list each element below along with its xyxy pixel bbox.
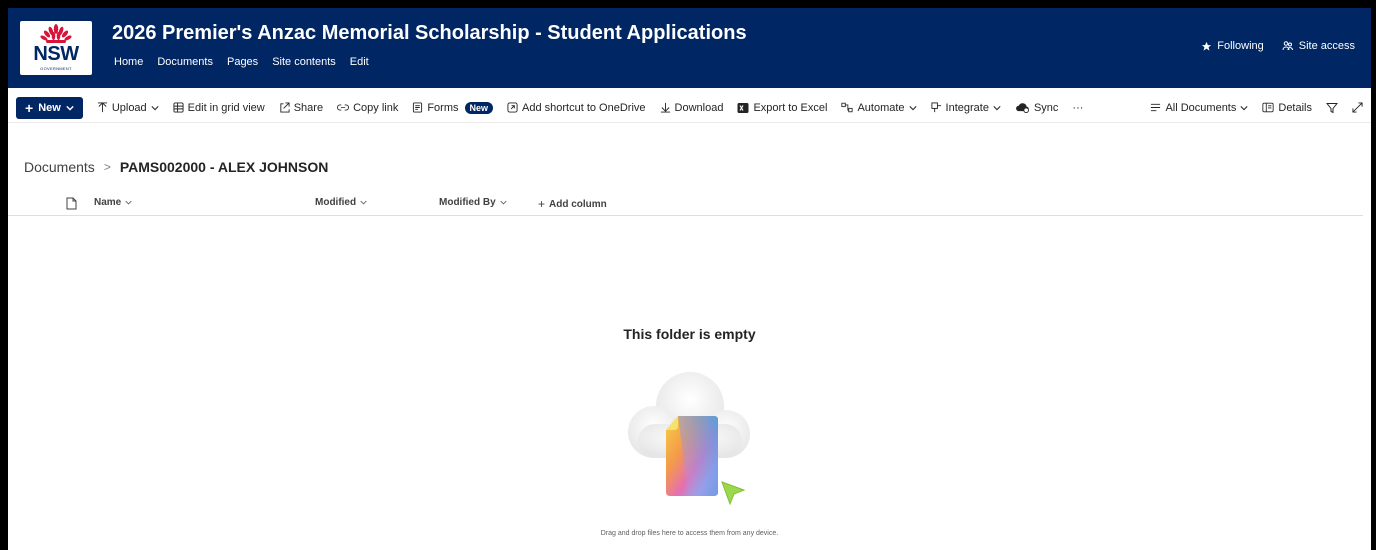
site-header: NSW GOVERNMENT 2026 Premier's Anzac Memo…: [8, 8, 1371, 88]
site-navigation: Home Documents Pages Site contents Edit: [114, 56, 383, 68]
share-icon: [280, 102, 290, 113]
copy-link-label: Copy link: [353, 101, 399, 114]
column-header-row: Name Modified Modified By + Add column: [8, 192, 1363, 216]
link-icon: [337, 104, 350, 111]
more-label: ···: [1072, 101, 1084, 114]
modified-column-label: Modified: [315, 197, 357, 208]
integrate-button[interactable]: Integrate: [930, 101, 1001, 114]
nav-site-contents[interactable]: Site contents: [272, 56, 336, 68]
edit-grid-label: Edit in grid view: [187, 101, 265, 114]
name-column-header[interactable]: Name: [94, 197, 132, 208]
chevron-down-icon: [500, 200, 507, 205]
breadcrumb-current-folder[interactable]: PAMS002000 - ALEX JOHNSON: [120, 159, 329, 175]
sync-button[interactable]: Sync: [1015, 102, 1058, 114]
name-column-label: Name: [94, 197, 122, 208]
nav-home[interactable]: Home: [114, 56, 143, 68]
forms-new-badge: New: [464, 101, 494, 114]
empty-folder-cloud-illustration: [628, 372, 750, 506]
modified-column-header[interactable]: Modified: [315, 197, 367, 208]
details-label: Details: [1278, 101, 1312, 114]
sharepoint-window: NSW GOVERNMENT 2026 Premier's Anzac Memo…: [8, 8, 1371, 550]
file-icon: [66, 197, 77, 210]
expand-diagonal-icon: [1352, 102, 1363, 113]
add-shortcut-button[interactable]: Add shortcut to OneDrive: [507, 102, 646, 114]
nsw-government-logo[interactable]: NSW GOVERNMENT: [20, 21, 92, 75]
site-title[interactable]: 2026 Premier's Anzac Memorial Scholarshi…: [112, 22, 747, 45]
details-button[interactable]: Details: [1262, 102, 1312, 114]
breadcrumb-documents[interactable]: Documents: [24, 159, 95, 175]
edit-grid-view-button[interactable]: Edit in grid view: [173, 102, 265, 114]
logo-text: NSW: [33, 43, 79, 65]
automate-label: Automate: [857, 101, 905, 114]
integrate-icon: [930, 102, 941, 113]
excel-icon: [737, 102, 749, 113]
integrate-label: Integrate: [945, 101, 989, 114]
drag-drop-hint: Drag and drop files here to access them …: [600, 530, 779, 537]
upload-arrow-icon: [97, 102, 107, 113]
export-label: Export to Excel: [753, 101, 828, 114]
site-access-label: Site access: [1298, 40, 1355, 52]
chevron-down-icon: [66, 105, 74, 111]
export-excel-button[interactable]: Export to Excel: [737, 102, 827, 114]
copy-link-button[interactable]: Copy link: [337, 102, 398, 114]
breadcrumb-separator: >: [103, 160, 111, 174]
sync-label: Sync: [1033, 101, 1059, 114]
view-label: All Documents: [1165, 101, 1237, 114]
forms-button[interactable]: Forms New: [412, 101, 494, 114]
command-bar: + New Upload Edit in grid view Share Cop…: [8, 93, 1371, 123]
filter-icon: [1326, 102, 1338, 113]
download-icon: [660, 102, 670, 113]
add-column-button[interactable]: + Add column: [538, 197, 607, 211]
more-commands-button[interactable]: ···: [1072, 102, 1083, 114]
sync-cloud-icon: [1016, 103, 1029, 113]
new-button[interactable]: + New: [16, 96, 83, 119]
chevron-down-icon: [1240, 105, 1248, 110]
chevron-down-icon: [360, 200, 367, 205]
add-column-label: Add column: [549, 198, 607, 210]
chevron-down-icon: [908, 105, 917, 110]
share-button[interactable]: Share: [279, 102, 323, 114]
expand-button[interactable]: [1352, 102, 1363, 113]
plus-icon: +: [538, 197, 546, 211]
download-button[interactable]: Download: [660, 101, 724, 114]
share-label: Share: [293, 101, 324, 114]
forms-icon: [413, 102, 423, 113]
info-pane-icon: [1262, 102, 1274, 113]
empty-folder-title: This folder is empty: [623, 326, 756, 342]
upload-button[interactable]: Upload: [97, 102, 159, 114]
chevron-down-icon: [125, 200, 132, 205]
site-access-button[interactable]: Site access: [1282, 40, 1355, 52]
following-label: Following: [1217, 40, 1264, 52]
flow-icon: [841, 102, 854, 113]
view-switcher-button[interactable]: All Documents: [1150, 102, 1248, 114]
filter-button[interactable]: [1326, 102, 1338, 114]
upload-label: Upload: [111, 101, 147, 114]
header-actions: Following Site access: [1201, 40, 1355, 52]
breadcrumb: Documents > PAMS002000 - ALEX JOHNSON: [24, 159, 328, 175]
people-icon: [1282, 41, 1293, 51]
chevron-down-icon: [993, 105, 1001, 110]
modified-by-column-header[interactable]: Modified By: [439, 197, 507, 208]
shortcut-label: Add shortcut to OneDrive: [522, 101, 646, 114]
star-icon: [1202, 41, 1212, 51]
nav-edit[interactable]: Edit: [350, 56, 369, 68]
colorful-document: [666, 416, 718, 496]
download-label: Download: [674, 101, 724, 114]
grid-icon: [173, 102, 184, 113]
cursor-pointer: [721, 481, 746, 506]
logo-subtext: GOVERNMENT: [40, 66, 72, 71]
list-view-icon: [1151, 103, 1161, 112]
nav-pages[interactable]: Pages: [227, 56, 258, 68]
automate-button[interactable]: Automate: [841, 101, 917, 114]
shortcut-icon: [507, 102, 518, 113]
view-controls: All Documents Details: [1136, 102, 1363, 114]
modified-by-column-label: Modified By: [439, 197, 496, 208]
forms-label: Forms: [427, 101, 459, 114]
file-type-column-header[interactable]: [66, 197, 77, 210]
new-label: New: [38, 101, 61, 114]
chevron-down-icon: [151, 105, 159, 110]
plus-icon: +: [25, 99, 34, 116]
following-button[interactable]: Following: [1201, 40, 1264, 52]
nav-documents[interactable]: Documents: [157, 56, 213, 68]
